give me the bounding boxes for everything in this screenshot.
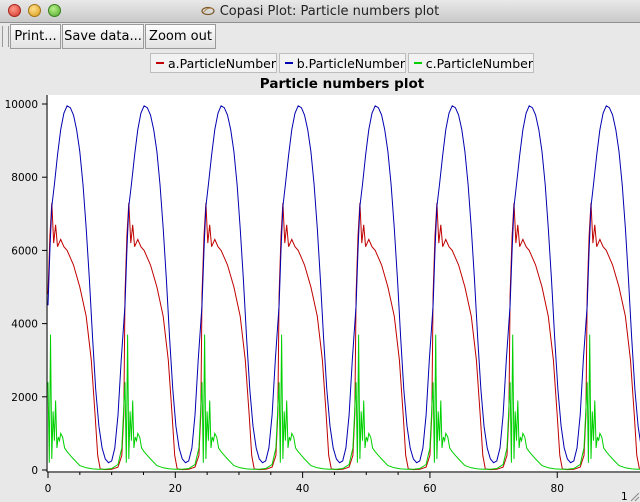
y-tick-label-6000: 6000 bbox=[11, 245, 38, 257]
resize-grip-handle[interactable] bbox=[628, 490, 640, 502]
y-tick-label-8000: 8000 bbox=[11, 172, 38, 184]
x-tick-label-80: 80 bbox=[551, 483, 564, 495]
x-tick-label-60: 60 bbox=[423, 483, 436, 495]
x-tick-label-20: 20 bbox=[169, 483, 182, 495]
y-tick-label-2000: 2000 bbox=[11, 392, 38, 404]
plot-canvas[interactable]: 0 2000 4000 6000 8000 10000 0 20 40 60 80 1 bbox=[0, 0, 640, 502]
y-tick-label-4000: 4000 bbox=[11, 319, 38, 331]
x-tick-label-edge: 1 bbox=[621, 491, 628, 502]
y-tick-label-10000: 10000 bbox=[5, 99, 38, 111]
x-tick-label-40: 40 bbox=[296, 483, 309, 495]
y-tick-label-0: 0 bbox=[31, 465, 38, 477]
x-tick-label-0: 0 bbox=[45, 483, 52, 495]
